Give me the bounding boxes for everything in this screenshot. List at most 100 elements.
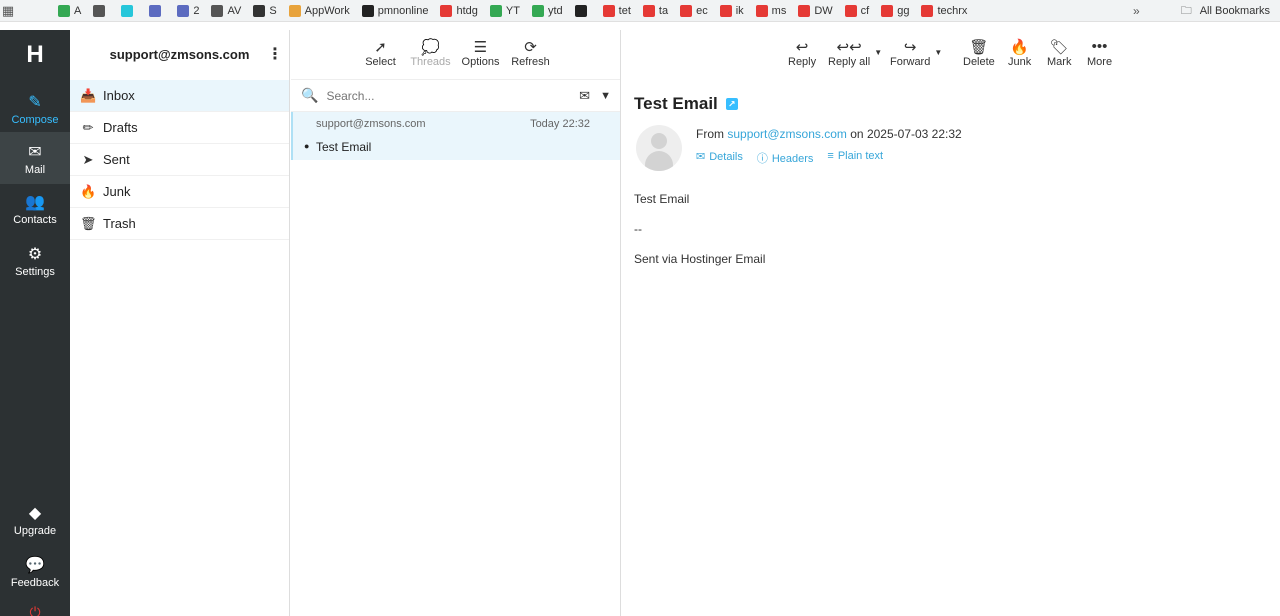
mail-label: Mail: [24, 164, 46, 176]
bookmark-item[interactable]: AV: [211, 4, 241, 17]
search-input[interactable]: [326, 88, 567, 103]
select-button[interactable]: ➚ Select: [356, 30, 406, 79]
bookmark-favicon-icon: [361, 4, 374, 17]
refresh-button[interactable]: ⟳ Refresh: [506, 30, 556, 79]
bookmark-favicon-icon: [719, 4, 732, 17]
folder-label: Junk: [103, 184, 131, 199]
bookmark-item[interactable]: ta: [642, 4, 668, 17]
message-subject: Test Email: [316, 140, 372, 154]
bookmark-item[interactable]: cf: [844, 4, 869, 17]
chevron-down-icon[interactable]: ▼: [600, 90, 611, 102]
apps-grid-icon[interactable]: ▦: [0, 3, 16, 19]
bookmark-list: A 2 AV S AppWork pmnonline htdg YT ytd tet ta ec ik m…: [58, 4, 979, 17]
reply-button[interactable]: ↩ Reply: [788, 38, 816, 68]
paper-plane-icon: ➤: [82, 151, 94, 167]
bookmark-favicon-icon: [574, 4, 587, 17]
forward-button[interactable]: ↪ Forward ▼: [890, 38, 942, 68]
bookmark-item[interactable]: [93, 4, 109, 17]
account-email: support@zmsons.com: [109, 47, 250, 62]
bookmark-favicon-icon: [680, 4, 693, 17]
bookmark-item[interactable]: [574, 4, 591, 17]
rail-item-upgrade[interactable]: ◆ Upgrade: [0, 503, 70, 547]
folder-drafts[interactable]: ✏ Drafts: [70, 112, 289, 144]
bookmark-favicon-icon: [177, 4, 190, 17]
account-header: support@zmsons.com ⋮: [70, 30, 289, 80]
reply-all-caret-icon[interactable]: ▼: [874, 48, 882, 57]
folder-pane: support@zmsons.com ⋮ 📥 Inbox ✏ Drafts ➤ …: [70, 30, 290, 616]
bookmark-item[interactable]: ik: [719, 4, 744, 17]
plain-text-link[interactable]: ≡ Plain text: [827, 150, 883, 166]
bookmark-favicon-icon: [921, 4, 934, 17]
rail-item-mail[interactable]: ✉ Mail: [0, 132, 70, 184]
from-address-link[interactable]: support@zmsons.com: [727, 127, 847, 141]
hostinger-logo-icon[interactable]: H: [22, 42, 48, 68]
settings-label: Settings: [15, 266, 55, 278]
compose-button[interactable]: ✎ Compose: [0, 88, 70, 132]
mark-button[interactable]: 🏷 Mark: [1047, 38, 1071, 68]
bookmark-item[interactable]: YT: [489, 4, 520, 17]
all-bookmarks[interactable]: 🗀 All Bookmarks: [1181, 0, 1270, 22]
bookmark-item[interactable]: htdg: [440, 4, 478, 17]
bookmark-item[interactable]: tet: [602, 4, 631, 17]
envelope-icon[interactable]: ✉: [579, 88, 590, 104]
bookmark-label: ik: [735, 4, 744, 17]
from-label: From: [696, 127, 724, 141]
reply-all-button[interactable]: ↩↩ Reply all ▼: [828, 38, 882, 68]
bookmark-item[interactable]: ec: [680, 4, 708, 17]
on-label: on: [850, 127, 864, 141]
gear-icon: ⚙: [27, 246, 43, 263]
logout-icon[interactable]: ⏻: [0, 604, 70, 616]
rail-item-settings[interactable]: ⚙ Settings: [0, 244, 70, 288]
delete-button[interactable]: 🗑 Delete: [963, 38, 995, 68]
folder-sent[interactable]: ➤ Sent: [70, 144, 289, 176]
compose-icon: ✎: [28, 94, 42, 111]
rail-item-contacts[interactable]: 👥 Contacts: [0, 192, 70, 236]
bookmark-item[interactable]: AppWork: [288, 4, 350, 17]
pencil-icon: ✏: [82, 119, 94, 135]
open-external-icon[interactable]: ↗: [725, 98, 738, 110]
bookmark-item[interactable]: techrx: [921, 4, 967, 17]
list-item[interactable]: support@zmsons.com Today 22:32 ● Test Em…: [291, 112, 620, 160]
mark-label: Mark: [1047, 56, 1072, 68]
forward-caret-icon[interactable]: ▼: [934, 48, 942, 57]
bookmark-favicon-icon: [755, 4, 768, 17]
threads-button[interactable]: 💭 Threads: [406, 30, 456, 79]
contacts-icon: 👥: [25, 194, 45, 211]
bookmark-item[interactable]: [121, 4, 137, 17]
sliders-icon: ☰: [473, 39, 488, 56]
fire-icon: 🔥: [1010, 39, 1029, 56]
bookmark-item[interactable]: [149, 4, 165, 17]
bookmark-item[interactable]: ytd: [531, 4, 563, 17]
folder-trash[interactable]: 🗑 Trash: [70, 208, 289, 240]
chat-icon: 💬: [25, 557, 45, 574]
options-button[interactable]: ☰ Options: [456, 30, 506, 79]
bookmark-item[interactable]: A: [58, 4, 81, 17]
details-link[interactable]: ✉ Details: [696, 150, 743, 166]
more-button[interactable]: ••• More: [1087, 38, 1112, 68]
trash-icon: 🗑: [80, 215, 97, 231]
email-subject-row: Test Email ↗: [634, 94, 738, 114]
details-label: Details: [709, 151, 743, 163]
bookmark-favicon-icon: [642, 4, 655, 17]
headers-link[interactable]: ⓘ Headers: [757, 150, 814, 166]
bookmark-label: tet: [618, 4, 631, 17]
bookmark-item[interactable]: 2: [177, 4, 199, 17]
header-links: ✉ Details ⓘ Headers ≡ Plain text: [696, 150, 883, 166]
folder-inbox[interactable]: 📥 Inbox: [70, 80, 289, 112]
avatar-body: [645, 151, 673, 171]
forward-icon: ↪: [903, 39, 917, 56]
bookmark-item[interactable]: pmnonline: [361, 4, 428, 17]
bookmark-item[interactable]: DW: [798, 4, 833, 17]
more-bookmarks-icon[interactable]: »: [1133, 0, 1140, 22]
folder-junk[interactable]: 🔥 Junk: [70, 176, 289, 208]
rail-item-feedback[interactable]: 💬 Feedback: [0, 555, 70, 599]
bookmark-item[interactable]: gg: [881, 4, 909, 17]
account-menu-icon[interactable]: ⋮: [267, 30, 283, 80]
bookmark-item[interactable]: S: [253, 4, 277, 17]
bookmark-favicon-icon: [881, 4, 894, 17]
bookmark-item[interactable]: ms: [755, 4, 786, 17]
folder-label: Sent: [103, 152, 130, 167]
headers-label: Headers: [771, 153, 814, 165]
junk-button[interactable]: 🔥 Junk: [1008, 38, 1031, 68]
folder-label: Trash: [103, 216, 136, 231]
